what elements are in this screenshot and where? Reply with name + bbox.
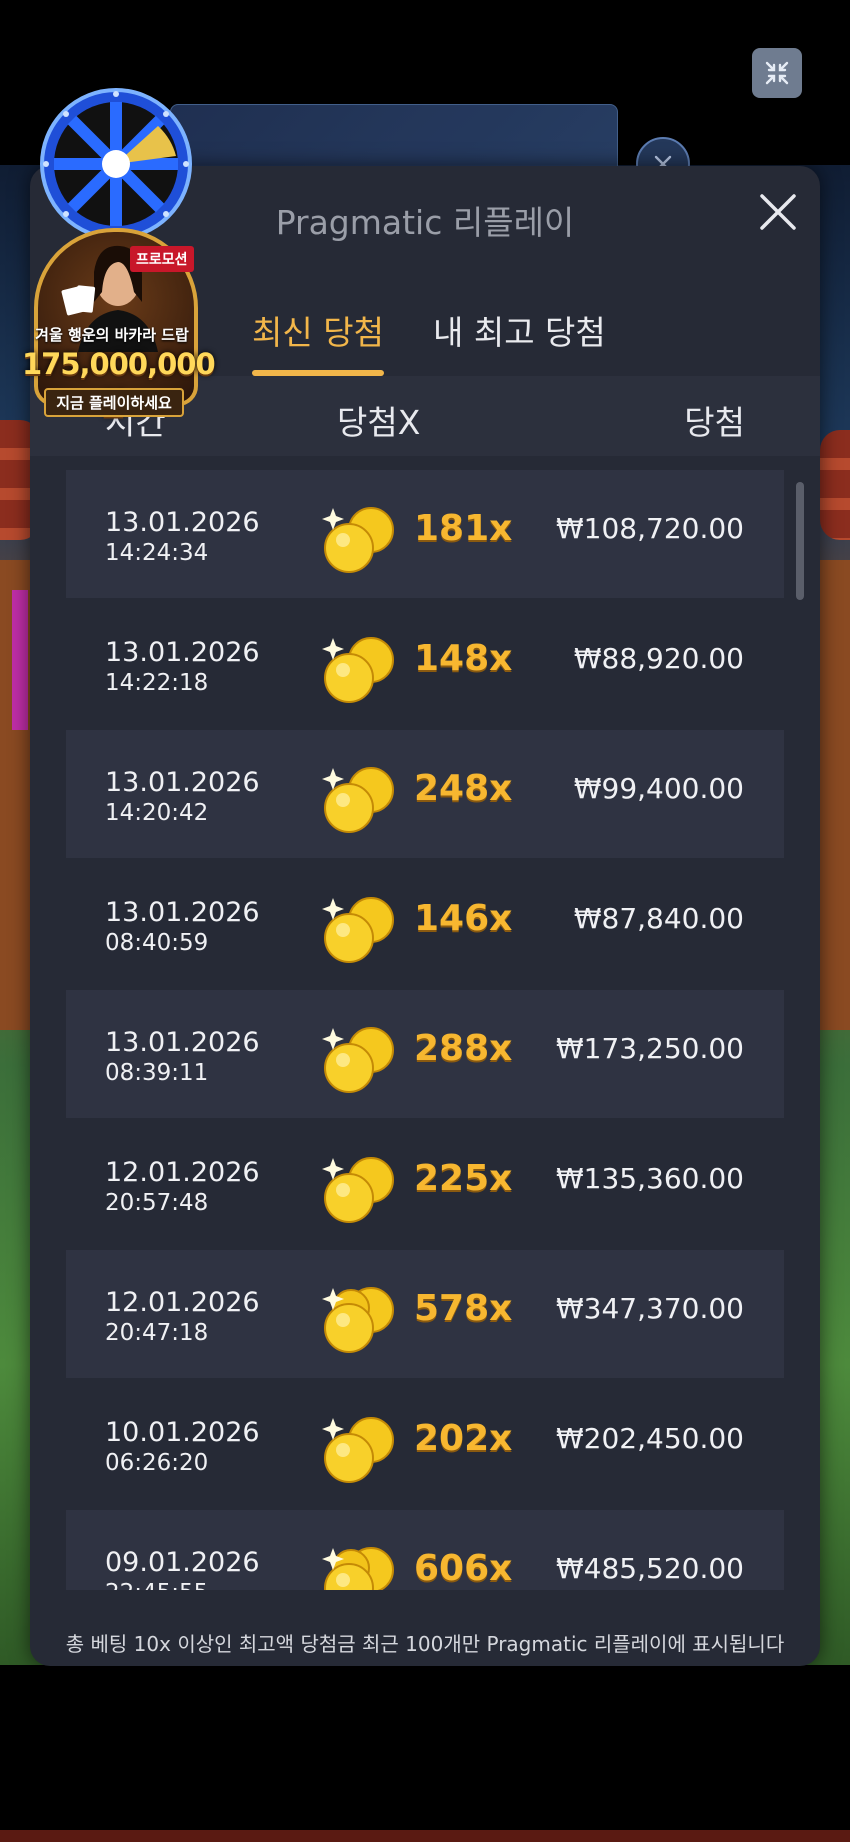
table-row: 13.01.2026 14:24:34 181x ₩108,720.00 <box>66 470 784 598</box>
table-row: 10.01.2026 06:26:20 202x ₩202,450.00 <box>66 1380 784 1508</box>
promo-label-badge: 프로모션 <box>130 246 194 272</box>
row-win-amount: ₩99,400.00 <box>573 772 744 805</box>
row-date: 13.01.2026 <box>105 767 260 798</box>
table-row: 13.01.2026 14:22:18 148x ₩88,920.00 <box>66 600 784 728</box>
row-time: 14:24:34 <box>105 540 209 566</box>
row-time: 20:57:48 <box>105 1190 209 1216</box>
row-win-amount: ₩485,520.00 <box>555 1552 744 1585</box>
coins-icon <box>322 1027 394 1093</box>
table-row: 12.01.2026 20:47:18 578x ₩347,370.00 <box>66 1250 784 1378</box>
minimize-button[interactable] <box>752 48 802 98</box>
scrollbar[interactable] <box>796 482 804 600</box>
row-multiplier: 288x <box>414 1028 513 1069</box>
table-row: 12.01.2026 20:57:48 225x ₩135,360.00 <box>66 1120 784 1248</box>
coins-icon <box>322 897 394 963</box>
row-time: 06:26:20 <box>105 1450 209 1476</box>
table-row: 13.01.2026 08:39:11 288x ₩173,250.00 <box>66 990 784 1118</box>
modal-close-button[interactable] <box>756 190 800 234</box>
row-time: 20:47:18 <box>105 1320 209 1346</box>
promotion-badge[interactable]: 프로모션 겨울 행운의 바카라 드랍 175,000,000원 지금 플레이하세… <box>22 212 216 421</box>
tab-my-best-wins[interactable]: 내 최고 당첨 <box>433 286 606 376</box>
row-multiplier: 181x <box>414 508 513 549</box>
wins-list[interactable]: 13.01.2026 14:24:34 181x ₩108,720.00 13.01.2… <box>66 470 784 1590</box>
row-time: 08:40:59 <box>105 930 209 956</box>
coins-icon <box>322 1547 394 1590</box>
bottom-strip <box>0 1830 850 1842</box>
promo-cta: 지금 플레이하세요 <box>44 388 184 417</box>
coins-icon <box>322 1287 394 1353</box>
table-row: 09.01.2026 22:45:55 606x ₩485,520.00 <box>66 1510 784 1590</box>
row-time: 14:22:18 <box>105 670 209 696</box>
row-multiplier: 606x <box>414 1548 513 1589</box>
row-date: 10.01.2026 <box>105 1417 260 1448</box>
row-time: 14:20:42 <box>105 800 209 826</box>
row-multiplier: 148x <box>414 638 513 679</box>
coins-icon <box>322 637 394 703</box>
row-date: 09.01.2026 <box>105 1547 260 1578</box>
row-date: 13.01.2026 <box>105 1027 260 1058</box>
row-win-amount: ₩108,720.00 <box>555 512 744 545</box>
row-date: 12.01.2026 <box>105 1157 260 1188</box>
row-multiplier: 578x <box>414 1288 513 1329</box>
row-win-amount: ₩347,370.00 <box>555 1292 744 1325</box>
row-multiplier: 202x <box>414 1418 513 1459</box>
row-time: 08:39:11 <box>105 1060 209 1086</box>
row-win-amount: ₩88,920.00 <box>573 642 744 675</box>
row-date: 13.01.2026 <box>105 637 260 668</box>
row-date: 13.01.2026 <box>105 507 260 538</box>
coins-icon <box>322 1417 394 1483</box>
tab-recent-wins[interactable]: 최신 당첨 <box>252 286 384 376</box>
column-header-multiplier: 당첨X <box>337 403 421 442</box>
row-win-amount: ₩87,840.00 <box>573 902 744 935</box>
column-header-win: 당첨 <box>684 403 745 442</box>
row-date: 13.01.2026 <box>105 897 260 928</box>
coins-icon <box>322 507 394 573</box>
background-pillar-right <box>816 560 850 1030</box>
row-win-amount: ₩173,250.00 <box>555 1032 744 1065</box>
table-row: 13.01.2026 14:20:42 248x ₩99,400.00 <box>66 730 784 858</box>
row-win-amount: ₩135,360.00 <box>555 1162 744 1195</box>
row-multiplier: 146x <box>414 898 513 939</box>
row-multiplier: 225x <box>414 1158 513 1199</box>
background-roof-right <box>820 430 850 540</box>
coins-icon <box>322 767 394 833</box>
footer-note: 총 베팅 10x 이상인 최고액 당첨금 최근 100개만 Pragmatic … <box>65 1632 785 1656</box>
row-win-amount: ₩202,450.00 <box>555 1422 744 1455</box>
table-row: 13.01.2026 08:40:59 146x ₩87,840.00 <box>66 860 784 988</box>
bottom-area <box>0 1665 850 1842</box>
row-multiplier: 248x <box>414 768 513 809</box>
promo-headline: 겨울 행운의 바카라 드랍 <box>35 326 189 344</box>
background-pink-panel <box>12 590 28 730</box>
coins-icon <box>322 1157 394 1223</box>
row-date: 12.01.2026 <box>105 1287 260 1318</box>
row-time: 22:45:55 <box>105 1580 208 1590</box>
minimize-icon <box>765 61 789 85</box>
